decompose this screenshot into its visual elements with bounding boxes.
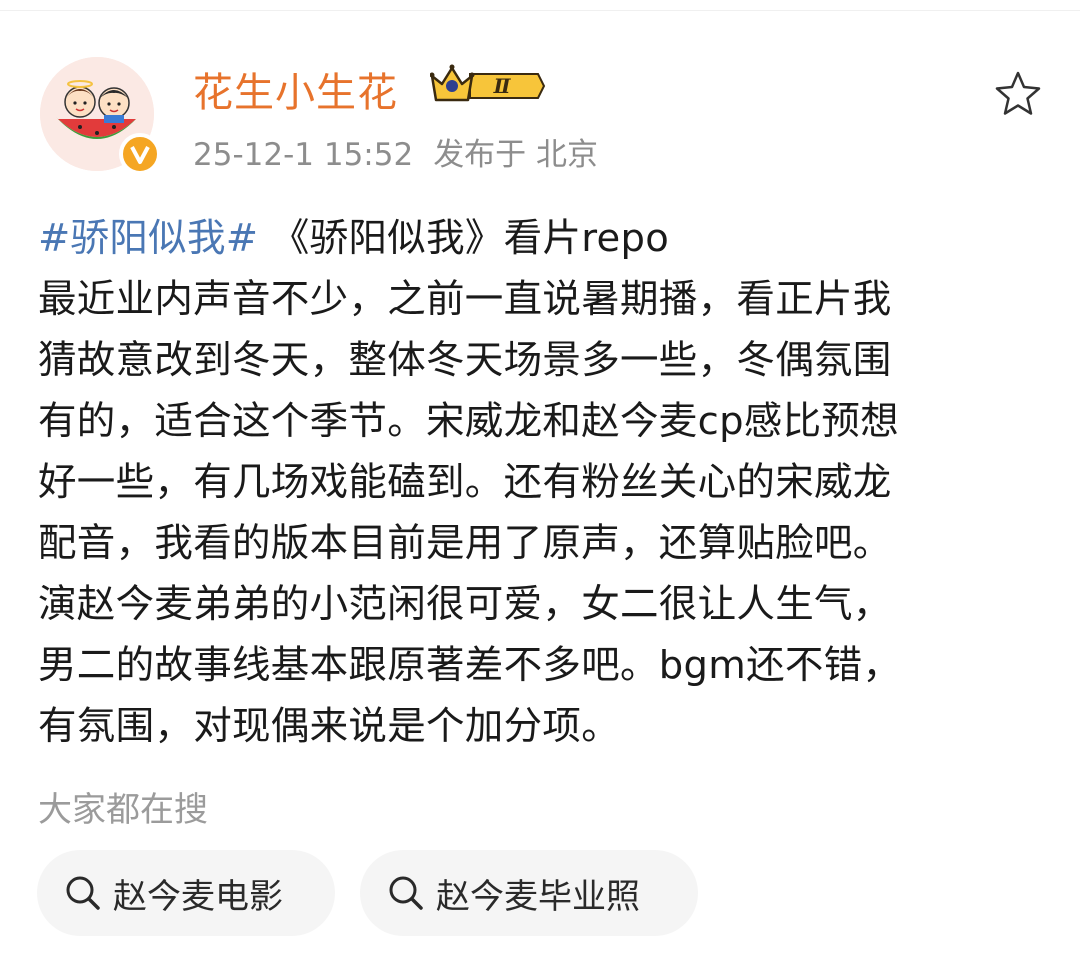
search-chip[interactable]: 赵今麦电影: [37, 850, 335, 936]
content-line: 好一些，有几场戏能磕到。还有粉丝关心的宋威龙: [38, 460, 892, 505]
content-title: 《骄阳似我》看片repo: [258, 216, 670, 261]
post-content: #骄阳似我# 《骄阳似我》看片repo 最近业内声音不少，之前一直说暑期播，看正…: [38, 208, 1038, 757]
level-badge[interactable]: Ⅱ: [429, 64, 546, 108]
top-divider: [0, 0, 1080, 11]
search-chip-label: 赵今麦毕业照: [436, 876, 640, 917]
post-meta: 25-12-1 15:52 发布于 北京: [193, 129, 598, 174]
verified-v-icon: [130, 146, 150, 164]
content-line-1: #骄阳似我# 《骄阳似我》看片repo: [38, 208, 1038, 269]
post-timestamp: 25-12-1 15:52: [193, 137, 414, 173]
author-name[interactable]: 花生小生花: [193, 60, 398, 118]
content-line: 猜故意改到冬天，整体冬天场景多一些，冬偶氛围: [38, 338, 892, 383]
search-chip-label: 赵今麦电影: [113, 876, 283, 917]
content-line: 配音，我看的版本目前是用了原声，还算贴脸吧。: [38, 521, 892, 566]
content-line: 男二的故事线基本跟原著差不多吧。bgm还不错，: [38, 643, 902, 688]
level-badge-text: Ⅱ: [493, 74, 512, 98]
related-search-label: 大家都在搜: [38, 790, 208, 830]
verified-badge: [119, 133, 161, 175]
content-line: 演赵今麦弟弟的小范闲很可爱，女二很让人生气，: [38, 582, 892, 627]
search-chip[interactable]: 赵今麦毕业照: [360, 850, 698, 936]
star-outline-icon: [995, 71, 1041, 115]
content-line: 最近业内声音不少，之前一直说暑期播，看正片我: [38, 277, 892, 322]
favorite-button[interactable]: [992, 68, 1044, 120]
crown-level-icon: Ⅱ: [429, 64, 546, 102]
content-line: 有的，适合这个季节。宋威龙和赵今麦cp感比预想: [38, 399, 900, 444]
content-line: 有氛围，对现偶来说是个加分项。: [38, 704, 621, 749]
search-icon: [66, 876, 100, 910]
hashtag-link[interactable]: #骄阳似我#: [38, 216, 258, 261]
search-icon: [389, 876, 423, 910]
post-location: 发布于 北京: [433, 137, 599, 173]
